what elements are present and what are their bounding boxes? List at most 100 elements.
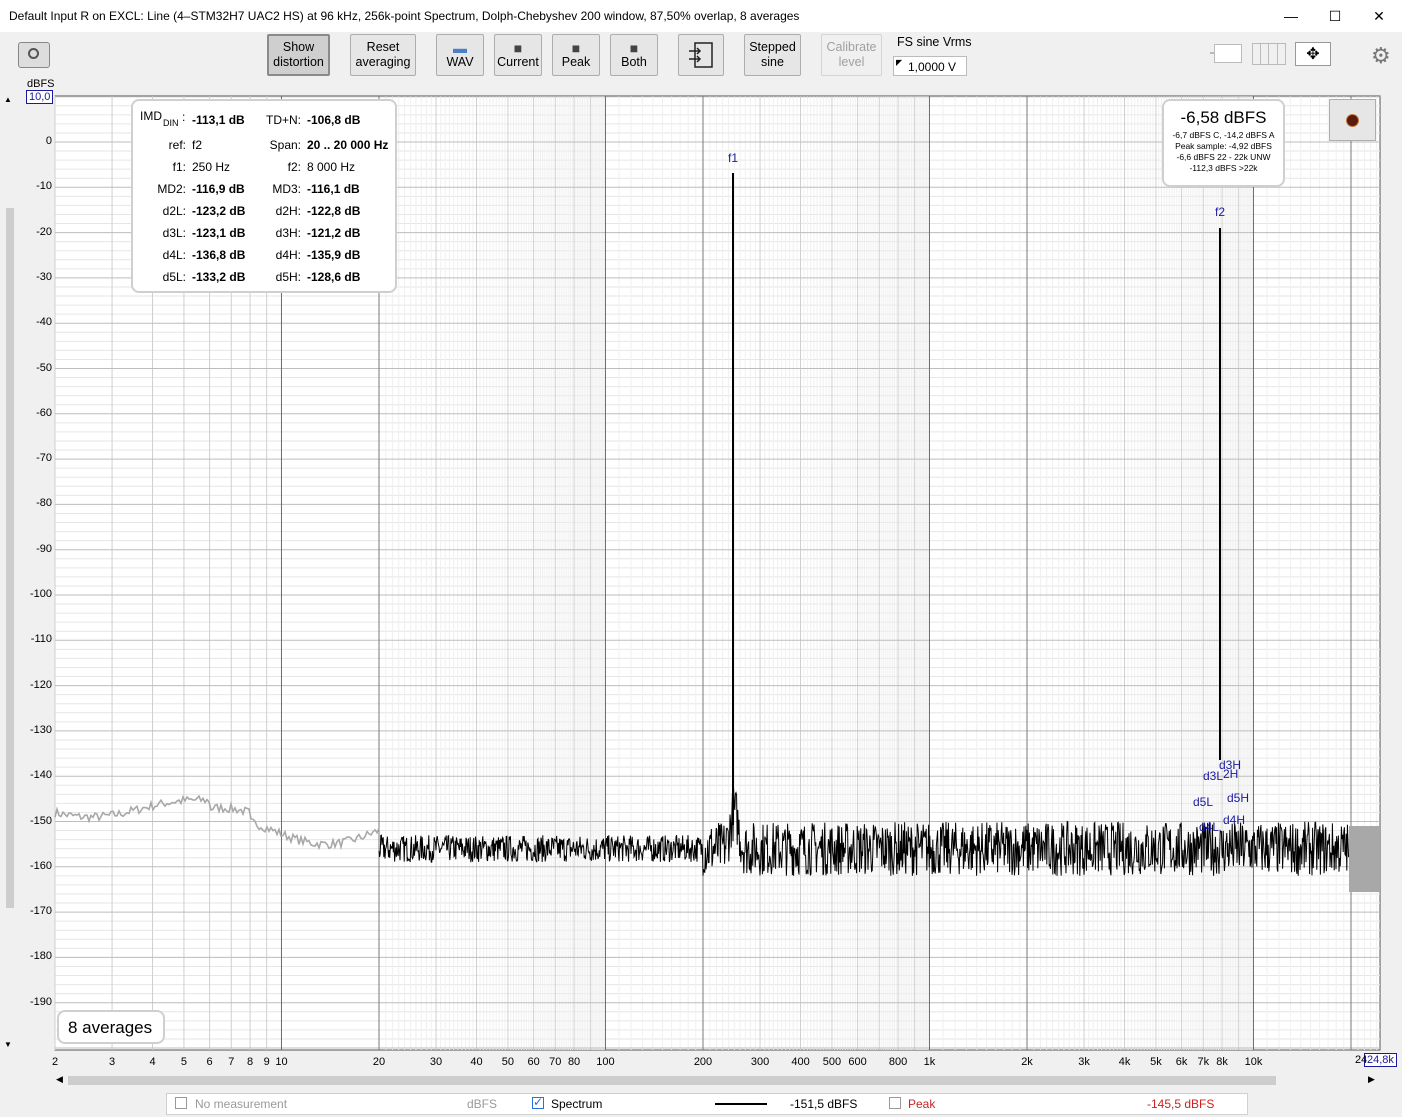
f2-value: 8 000 Hz [307, 160, 356, 174]
y-tick-label: 0 [45, 135, 52, 147]
spectrum-checkbox[interactable]: ✓ [532, 1095, 544, 1109]
record-button[interactable] [1329, 99, 1376, 141]
f2-marker: f2 [1215, 205, 1226, 219]
x-tick-label: 10k [1244, 1056, 1263, 1068]
horizontal-scroll-thumb[interactable] [68, 1076, 1276, 1085]
level-panel: -6,58 dBFS -6,7 dBFS C, -14,2 dBFS A Pea… [1162, 99, 1285, 187]
y-tick-label: -160 [29, 859, 52, 872]
d5h-marker: d5H [1227, 791, 1250, 805]
d2h-marker: 2H [1223, 767, 1239, 781]
record-icon [1346, 114, 1359, 127]
y-tick-label: -100 [29, 588, 52, 600]
minimize-button[interactable]: — [1268, 0, 1314, 32]
x-tick-label: 40 [470, 1056, 483, 1068]
y-tick-label: -120 [29, 678, 52, 691]
x-tick-label: 80 [567, 1056, 581, 1068]
x-tick-label: 20 [372, 1056, 386, 1068]
imd-row-left-value: -123,1 dB [192, 226, 246, 240]
export-button[interactable] [678, 34, 724, 76]
maximize-button[interactable]: ☐ [1312, 0, 1358, 32]
span-value: 20 .. 20 000 Hz [307, 138, 389, 152]
peak-checkbox[interactable] [889, 1097, 901, 1109]
scroll-right-icon[interactable]: ▶ [1368, 1074, 1375, 1085]
y-tick-label: -140 [29, 769, 52, 782]
x-right-value[interactable]: 24,8k [1364, 1053, 1397, 1067]
save-current-button[interactable]: ■ Current [494, 34, 542, 76]
d3l-marker: d3L [1203, 769, 1224, 783]
stepped-sine-button[interactable]: Stepped sine [744, 34, 801, 76]
y-tick-label: -90 [36, 542, 52, 555]
y-tick-label: -110 [30, 633, 52, 646]
spectrum-plot-area: ▲ ▼ dBFS 10,0 0 -10 -20 -30 -40 -50 -60 -70 -80-… [0, 78, 1402, 1090]
x-tick-label: 2k [1021, 1056, 1033, 1068]
close-button[interactable]: ✕ [1356, 0, 1402, 32]
x-tick-label: 4 [149, 1056, 156, 1068]
x-tick-label: 3k [1078, 1056, 1090, 1068]
imd-results-panel[interactable]: IMD DIN : -113,1 dB TD+N: -106,8 dB ref:… [131, 99, 397, 293]
imd-row-right-value: -122,8 dB [307, 204, 361, 218]
imd-row-right-value: -116,1 dB [307, 182, 360, 196]
x-tick-label: 10 [275, 1056, 288, 1068]
y-tick-label: -10 [36, 180, 52, 193]
save-icon: ■ [571, 39, 581, 56]
window-title: Default Input R on EXCL: Line (4–STM32H7… [9, 9, 800, 23]
toolbar: Show distortion Reset averaging ▬ WAV ■ … [0, 32, 1402, 90]
x-tick-label: 30 [429, 1056, 443, 1068]
scroll-left-icon[interactable]: ◀ [56, 1074, 63, 1085]
folder-icon: ▬ [453, 39, 467, 56]
imd-row-left-value: -136,8 dB [192, 248, 246, 262]
y-tick-label: -40 [36, 316, 52, 329]
x-tick-label: 100 [596, 1056, 615, 1068]
y-unit-label: dBFS [27, 78, 55, 90]
x-tick-label: 200 [693, 1056, 713, 1068]
y-tick-label: -30 [36, 270, 52, 283]
x-tick-label: 600 [848, 1056, 867, 1068]
camera-icon[interactable] [18, 42, 50, 68]
wav-button[interactable]: ▬ WAV [436, 34, 484, 76]
reset-averaging-button[interactable]: Reset averaging [350, 34, 416, 76]
single-view-icon[interactable] [1210, 44, 1242, 64]
x-tick-label: 800 [888, 1056, 908, 1068]
horizontal-scrollbar[interactable]: ◀ ▶ [56, 1073, 1378, 1087]
no-measurement-checkbox[interactable] [175, 1097, 187, 1109]
y-tick-label: -70 [36, 452, 52, 465]
f1-value: 250 Hz [192, 160, 231, 174]
y-tick-label: -170 [29, 905, 52, 918]
calibrate-level-button[interactable]: Calibrate level [821, 34, 882, 76]
save-icon: ■ [513, 39, 523, 56]
y-tick-label: -20 [36, 225, 52, 238]
tdn-value: -106,8 dB [307, 113, 361, 127]
d5l-marker: d5L [1193, 795, 1214, 809]
averages-box: 8 averages [57, 1010, 165, 1044]
status-bar: No measurement dBFS ✓ Spectrum -151,5 dB… [166, 1093, 1248, 1115]
move-icon[interactable]: ✥ [1295, 42, 1331, 66]
fs-sine-label: FS sine Vrms [897, 35, 972, 49]
show-distortion-button[interactable]: Show distortion [267, 34, 330, 76]
y-tick-label: -130 [29, 723, 52, 736]
d4h-marker: d4H [1223, 813, 1246, 827]
ref-value: f2 [192, 138, 203, 152]
imd-row-left-value: -133,2 dB [192, 270, 246, 284]
title-bar: Default Input R on EXCL: Line (4–STM32H7… [0, 0, 1402, 32]
imd-row-right-value: -128,6 dB [307, 270, 361, 284]
y-tick-label: -60 [36, 406, 52, 419]
f1-marker: f1 [728, 151, 739, 165]
imd-row-right-value: -121,2 dB [307, 226, 361, 240]
save-both-button[interactable]: ■ Both [610, 34, 658, 76]
level-main: -6,58 dBFS [1180, 108, 1267, 127]
x-tick-label: 300 [750, 1056, 770, 1068]
fs-sine-input[interactable]: ◤ 1,0000 V [893, 56, 967, 76]
x-tick-label: 4k [1118, 1056, 1131, 1068]
gear-icon[interactable]: ⚙ [1371, 43, 1391, 69]
split-view-icon[interactable] [1252, 43, 1286, 65]
y-tick-label: -190 [29, 995, 52, 1008]
save-peak-button[interactable]: ■ Peak [552, 34, 600, 76]
y-tick-label: -180 [29, 950, 52, 963]
check-icon: ✓ [533, 1095, 544, 1109]
imd-row-right-value: -135,9 dB [307, 248, 361, 262]
x-tick-label: 2 [51, 1056, 59, 1068]
y-tick-label: -150 [29, 814, 52, 827]
x-tick-label: 8k [1216, 1056, 1228, 1068]
export-icon [689, 42, 713, 68]
d4l-marker: d4L [1199, 820, 1220, 834]
